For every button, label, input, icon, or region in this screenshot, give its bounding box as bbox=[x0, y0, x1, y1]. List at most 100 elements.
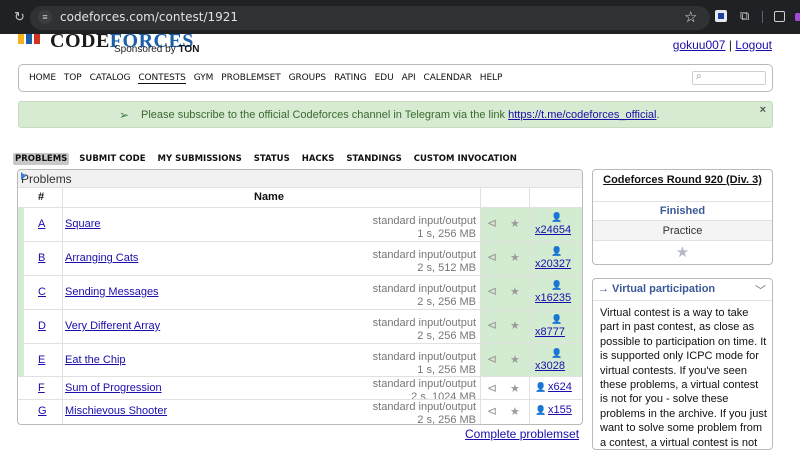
toolbar-divider bbox=[762, 11, 763, 23]
logout-link[interactable]: Logout bbox=[735, 38, 772, 52]
contest-menu-standings[interactable]: STANDINGS bbox=[344, 153, 403, 165]
search-icon: ⌕ bbox=[696, 71, 702, 82]
solved-count-cell: 👤 x155 bbox=[530, 400, 582, 424]
star-icon[interactable]: ★ bbox=[510, 251, 520, 264]
virtual-header[interactable]: → Virtual participation ﹀ bbox=[593, 279, 772, 301]
tune-icon[interactable]: ≡ bbox=[38, 10, 52, 24]
virtual-title: → Virtual participation bbox=[598, 283, 716, 295]
problem-row: F Sum of Progression standard input/output… bbox=[18, 377, 582, 400]
menu-item-edu[interactable]: EDU bbox=[375, 73, 394, 84]
submit-icon[interactable]: ⊲ bbox=[487, 216, 497, 230]
menu-item-gym[interactable]: GYM bbox=[194, 73, 214, 84]
problem-index-link[interactable]: B bbox=[38, 252, 45, 264]
contest-menu-my-submissions[interactable]: MY SUBMISSIONS bbox=[156, 153, 244, 165]
extension-icon[interactable] bbox=[715, 10, 727, 22]
submit-icon[interactable]: ⊲ bbox=[487, 250, 497, 264]
solved-count-link[interactable]: x24654 bbox=[535, 224, 571, 236]
user-icon: 👤 bbox=[535, 382, 547, 392]
problem-index-link[interactable]: E bbox=[38, 354, 45, 366]
menu-item-groups[interactable]: GROUPS bbox=[289, 73, 327, 84]
problem-io-limits: standard input/output 1 s, 256 MB bbox=[372, 351, 476, 376]
user-icon: 👤 bbox=[551, 314, 563, 324]
telegram-link[interactable]: https://t.me/codeforces_official bbox=[508, 109, 656, 121]
menu-item-contests[interactable]: CONTESTS bbox=[138, 73, 186, 84]
contest-menu-custom-invocation[interactable]: CUSTOM INVOCATION bbox=[412, 153, 519, 165]
submit-icon[interactable]: ⊲ bbox=[487, 404, 497, 418]
menu-item-api[interactable]: API bbox=[402, 73, 416, 84]
favourite-star-icon[interactable]: ★ bbox=[593, 243, 772, 261]
problem-name-link[interactable]: Very Different Array bbox=[65, 320, 160, 332]
solved-count-link[interactable]: x8777 bbox=[535, 326, 565, 338]
solved-count-link[interactable]: x155 bbox=[548, 404, 572, 416]
star-icon[interactable]: ☆ bbox=[684, 8, 697, 26]
contest-menu-status[interactable]: STATUS bbox=[252, 153, 292, 165]
logo-part-code: CODE bbox=[50, 30, 110, 52]
solved-count-link[interactable]: x20327 bbox=[535, 258, 571, 270]
close-icon[interactable]: × bbox=[760, 104, 766, 116]
submit-icon[interactable]: ⊲ bbox=[487, 352, 497, 366]
notice-tail: . bbox=[656, 109, 660, 121]
star-icon[interactable]: ★ bbox=[510, 382, 520, 395]
problem-name-link[interactable]: Sending Messages bbox=[65, 286, 159, 298]
problem-name-link[interactable]: Eat the Chip bbox=[65, 354, 126, 366]
solved-count-link[interactable]: x16235 bbox=[535, 292, 571, 304]
submit-icon[interactable]: ⊲ bbox=[487, 381, 497, 395]
user-icon: 👤 bbox=[551, 212, 563, 222]
sponsor-name[interactable]: TON bbox=[179, 44, 200, 55]
puzzle-icon[interactable]: ⧉ bbox=[740, 8, 749, 24]
search-input[interactable]: ⌕ bbox=[692, 71, 766, 85]
contest-menu-problems[interactable]: PROBLEMS bbox=[13, 153, 70, 165]
menu-item-catalog[interactable]: CATALOG bbox=[90, 73, 131, 84]
profile-icon[interactable] bbox=[795, 13, 800, 21]
menu-item-rating[interactable]: RATING bbox=[334, 73, 367, 84]
menu-item-problemset[interactable]: PROBLEMSET bbox=[221, 73, 280, 84]
arrow-right-icon[interactable] bbox=[21, 172, 26, 180]
menu-item-help[interactable]: HELP bbox=[480, 73, 503, 84]
menu-item-calendar[interactable]: CALENDAR bbox=[424, 73, 472, 84]
problems-caption-text: Problems bbox=[21, 172, 72, 186]
contest-menu-submit-code[interactable]: SUBMIT CODE bbox=[77, 153, 147, 165]
solved-count-link[interactable]: x624 bbox=[548, 381, 572, 393]
round-title[interactable]: Codeforces Round 920 (Div. 3) bbox=[593, 170, 772, 202]
star-icon[interactable]: ★ bbox=[510, 353, 520, 366]
problem-io-limits: standard input/output 2 s, 256 MB bbox=[373, 317, 476, 343]
star-icon[interactable]: ★ bbox=[510, 285, 520, 298]
table-header: # Name bbox=[18, 188, 582, 208]
problem-name-link[interactable]: Arranging Cats bbox=[65, 252, 138, 264]
problem-name-link[interactable]: Sum of Progression bbox=[65, 382, 162, 394]
user-separator: | bbox=[728, 38, 732, 52]
solved-count-link[interactable]: x3028 bbox=[535, 360, 565, 372]
side-panel-icon[interactable] bbox=[774, 11, 785, 22]
submit-icon[interactable]: ⊲ bbox=[487, 318, 497, 332]
problem-name-link[interactable]: Square bbox=[65, 218, 100, 230]
star-icon[interactable]: ★ bbox=[510, 405, 520, 418]
sponsor-prefix: Sponsored by bbox=[114, 44, 176, 55]
problem-index-link[interactable]: A bbox=[38, 218, 45, 230]
reload-icon[interactable]: ↻ bbox=[14, 9, 25, 25]
chevron-down-icon[interactable]: ﹀ bbox=[755, 282, 766, 298]
menu-item-top[interactable]: TOP bbox=[64, 73, 82, 84]
user-links: gokuu007 | Logout bbox=[673, 38, 772, 52]
menu-item-home[interactable]: HOME bbox=[29, 73, 56, 84]
user-link[interactable]: gokuu007 bbox=[673, 38, 726, 52]
star-icon[interactable]: ★ bbox=[510, 217, 520, 230]
problem-index-link[interactable]: F bbox=[38, 382, 45, 394]
round-practice: Practice bbox=[593, 221, 772, 241]
problem-actions: ⊲ ★ bbox=[481, 310, 529, 343]
problem-io: standard input/output bbox=[372, 351, 476, 363]
problem-limits: 2 s, 256 MB bbox=[417, 296, 476, 308]
problem-name-link[interactable]: Mischievous Shooter bbox=[65, 405, 167, 417]
browser-toolbar: ↻ ≡ codeforces.com/contest/1921 ☆ ⧉ bbox=[0, 0, 800, 34]
problem-io-limits: standard input/output 2 s, 256 MB bbox=[373, 283, 476, 309]
problem-index-link[interactable]: D bbox=[38, 320, 46, 332]
accepted-marker bbox=[18, 242, 24, 275]
star-icon[interactable]: ★ bbox=[510, 319, 520, 332]
url-text[interactable]: codeforces.com/contest/1921 bbox=[60, 10, 238, 24]
contest-menu-hacks[interactable]: HACKS bbox=[300, 153, 337, 165]
submit-icon[interactable]: ⊲ bbox=[487, 284, 497, 298]
problem-index-link[interactable]: C bbox=[38, 286, 46, 298]
complete-problemset-link[interactable]: Complete problemset bbox=[465, 427, 579, 441]
problem-actions: ⊲ ★ bbox=[481, 344, 529, 376]
problem-index-link[interactable]: G bbox=[38, 405, 47, 417]
accepted-marker bbox=[18, 310, 24, 343]
